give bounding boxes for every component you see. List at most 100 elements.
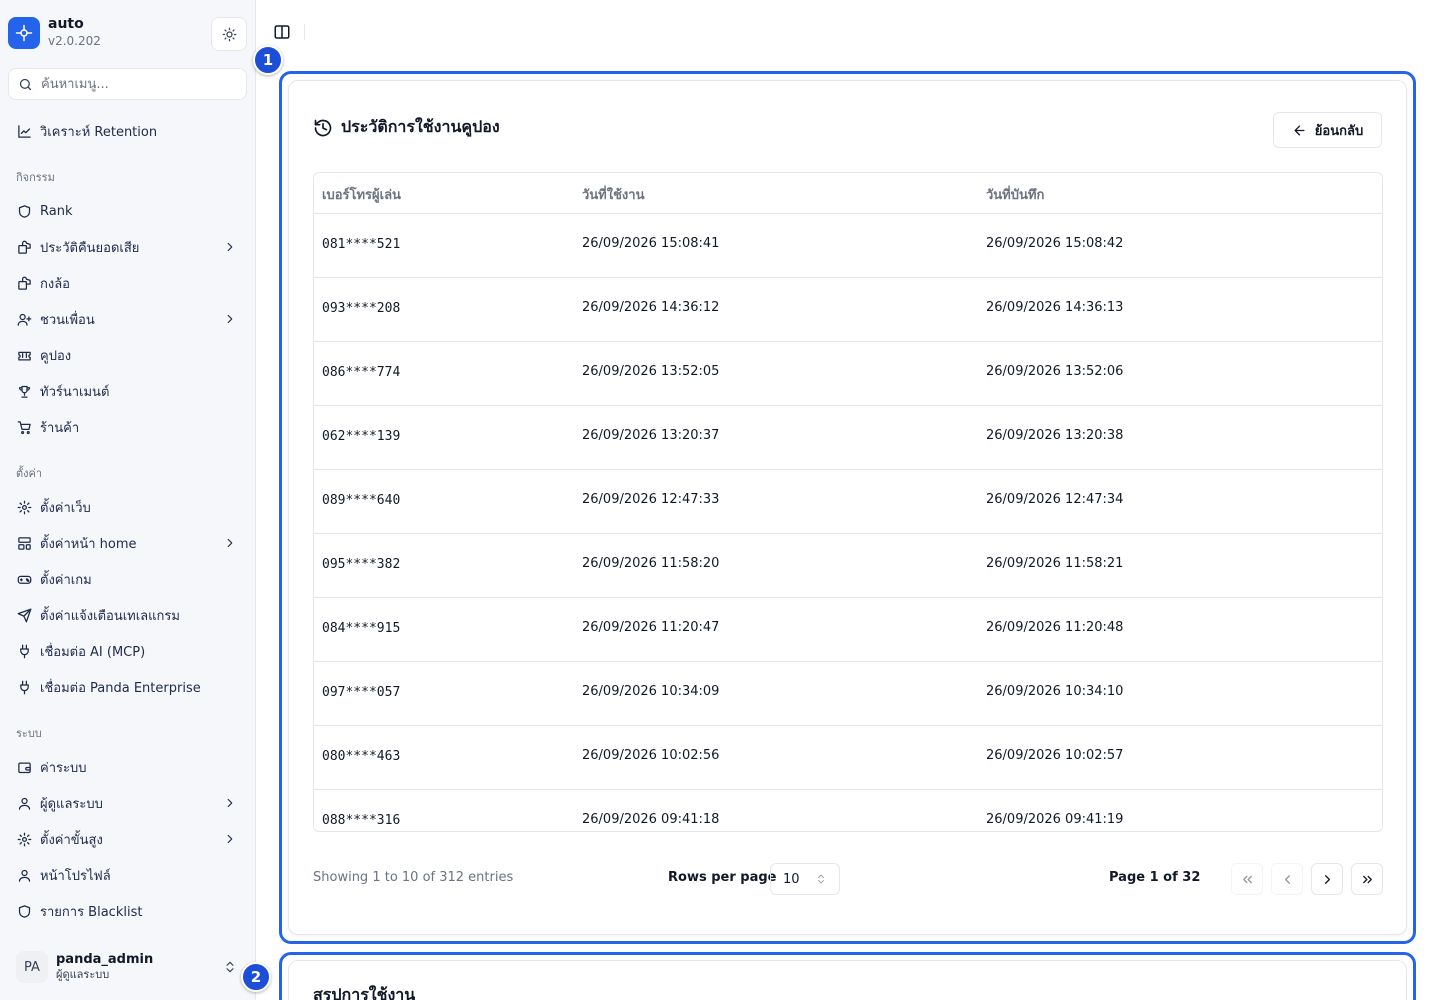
cell-phone: 089****640: [322, 493, 401, 508]
sidebar-item-label: ตั้งค่าเกม: [40, 572, 92, 588]
ticket-icon: [16, 347, 32, 363]
search-input[interactable]: [41, 76, 231, 92]
sidebar-item-13[interactable]: เชื่อมต่อ Panda Enterprise: [8, 671, 247, 703]
table-row: 093****208 26/09/2026 14:36:12 26/09/2026 …: [314, 278, 1382, 342]
sidebar-item-14[interactable]: ค่าระบบ: [8, 751, 247, 783]
sidebar-item-label: เชื่อมต่อ AI (MCP): [40, 644, 146, 660]
sidebar-item-1[interactable]: Rank: [8, 195, 247, 227]
table-row: 081****521 26/09/2026 15:08:41 26/09/2026 …: [314, 214, 1382, 278]
brand[interactable]: auto v2.0.202: [8, 16, 101, 49]
sidebar-item-label: กงล้อ: [40, 276, 70, 292]
cell-recorded-date: 26/09/2026 13:20:38: [986, 428, 1124, 443]
user-icon: [16, 867, 32, 883]
sidebar-item-4[interactable]: ชวนเพื่อน: [8, 303, 247, 335]
user-name: panda_admin: [56, 952, 154, 967]
cell-phone: 097****057: [322, 685, 401, 700]
next-page-button[interactable]: [1311, 863, 1343, 895]
cell-recorded-date: 26/09/2026 11:20:48: [986, 620, 1124, 635]
sidebar-item-10[interactable]: ตั้งค่าเกม: [8, 563, 247, 595]
user-icon: [16, 795, 32, 811]
app-version: v2.0.202: [48, 34, 101, 48]
shield-icon: [16, 903, 32, 919]
search-icon: [19, 78, 32, 90]
sidebar-item-label: คูปอง: [40, 348, 72, 364]
back-button-label: ย้อนกลับ: [1314, 123, 1364, 139]
back-button[interactable]: ย้อนกลับ: [1273, 112, 1382, 148]
sidebar-item-0[interactable]: วิเคราะห์ Retention: [8, 115, 247, 147]
sidebar-item-3[interactable]: กงล้อ: [8, 267, 247, 299]
sidebar-item-17[interactable]: หน้าโปรไฟล์: [8, 859, 247, 891]
chevron-right-icon: [223, 240, 237, 258]
rows-per-page-value: 10: [783, 871, 800, 887]
cell-recorded-date: 26/09/2026 10:34:10: [986, 684, 1124, 699]
sidebar-item-15[interactable]: ผู้ดูแลระบบ: [8, 787, 247, 819]
coupon-history-card: ประวัติการใช้งานคูปอง ย้อนกลับ เบอร์โทรผ…: [288, 80, 1407, 935]
gamepad-icon: [16, 571, 32, 587]
layout-icon: [16, 535, 32, 551]
user-menu[interactable]: PA panda_admin ผู้ดูแลระบบ: [8, 944, 247, 990]
sidebar-item-18[interactable]: รายการ Blacklist: [8, 895, 247, 927]
sidebar-item-2[interactable]: ประวัติคืนยอดเสีย: [8, 231, 247, 263]
sidebar-item-8[interactable]: ตั้งค่าเว็บ: [8, 491, 247, 523]
sidebar-item-label: ตั้งค่าหน้า home: [40, 536, 137, 552]
table-body: 081****521 26/09/2026 15:08:41 26/09/2026 …: [314, 214, 1382, 831]
sidebar-item-label: รายการ Blacklist: [40, 904, 143, 920]
sidebar-item-12[interactable]: เชื่อมต่อ AI (MCP): [8, 635, 247, 667]
table-row: 080****463 26/09/2026 10:02:56 26/09/2026 …: [314, 726, 1382, 790]
cell-recorded-date: 26/09/2026 11:58:21: [986, 556, 1124, 571]
cell-used-date: 26/09/2026 13:52:05: [582, 364, 720, 379]
cell-phone: 088****316: [322, 813, 401, 828]
gear-icon: [16, 499, 32, 515]
cell-phone: 093****208: [322, 301, 401, 316]
send-icon: [16, 607, 32, 623]
sidebar-item-11[interactable]: ตั้งค่าแจ้งเตือนเทเลแกรม: [8, 599, 247, 631]
cell-recorded-date: 26/09/2026 09:41:19: [986, 812, 1124, 827]
sidebar-item-label: วิเคราะห์ Retention: [40, 124, 158, 140]
sidebar-group-label: ตั้งค่า: [16, 467, 43, 480]
user-plus-icon: [16, 311, 32, 327]
cell-used-date: 26/09/2026 13:20:37: [582, 428, 720, 443]
sidebar-item-7[interactable]: ร้านค้า: [8, 411, 247, 443]
shield-icon: [16, 203, 32, 219]
plug-icon: [16, 679, 32, 695]
sidebar-item-6[interactable]: ทัวร์นาเมนต์: [8, 375, 247, 407]
cell-used-date: 26/09/2026 14:36:12: [582, 300, 720, 315]
cell-used-date: 26/09/2026 10:02:56: [582, 748, 720, 763]
sidebar-item-9[interactable]: ตั้งค่าหน้า home: [8, 527, 247, 559]
sidebar-item-label: หน้าโปรไฟล์: [40, 868, 111, 884]
chevron-left-icon: [1284, 874, 1290, 884]
sidebar-item-label: เชื่อมต่อ Panda Enterprise: [40, 680, 201, 696]
cell-used-date: 26/09/2026 09:41:18: [582, 812, 720, 827]
cell-phone: 095****382: [322, 557, 401, 572]
sidebar-item-label: ประวัติคืนยอดเสีย: [40, 240, 140, 256]
last-page-button[interactable]: [1351, 863, 1383, 895]
cell-used-date: 26/09/2026 11:58:20: [582, 556, 720, 571]
sidebar-item-16[interactable]: ตั้งค่าขั้นสูง: [8, 823, 247, 855]
rows-per-page-select[interactable]: 10: [770, 863, 840, 895]
sidebar-group-label: ระบบ: [16, 727, 42, 740]
sidebar-toggle-button[interactable]: [270, 20, 294, 44]
sidebar-item-label: Rank: [40, 203, 73, 219]
chevron-right-icon: [223, 832, 237, 850]
rows-per-page-label: Rows per page: [668, 870, 777, 885]
avatar: PA: [16, 951, 48, 983]
cell-used-date: 26/09/2026 11:20:47: [582, 620, 720, 635]
theme-toggle-button[interactable]: [211, 17, 247, 51]
column-header-used-date: วันที่ใช้งาน: [582, 188, 645, 203]
coupon-history-table[interactable]: เบอร์โทรผู้เล่น วันที่ใช้งาน วันที่บันทึ…: [313, 172, 1383, 832]
gift-icon: [16, 239, 32, 255]
history-icon: [314, 119, 332, 136]
table-row: 095****382 26/09/2026 11:58:20 26/09/2026 …: [314, 534, 1382, 598]
previous-page-button[interactable]: [1271, 863, 1303, 895]
sidebar-item-5[interactable]: คูปอง: [8, 339, 247, 371]
table-row: 062****139 26/09/2026 13:20:37 26/09/2026 …: [314, 406, 1382, 470]
chevrons-left-icon: [1242, 875, 1252, 883]
first-page-button[interactable]: [1231, 863, 1263, 895]
annotation-badge-1: 1: [253, 45, 283, 75]
cell-used-date: 26/09/2026 10:34:09: [582, 684, 720, 699]
gift-icon: [16, 275, 32, 291]
cell-phone: 084****915: [322, 621, 401, 636]
column-header-recorded-date: วันที่บันทึก: [986, 188, 1045, 203]
menu-search: [8, 68, 247, 100]
app-logo-icon: [8, 16, 40, 49]
